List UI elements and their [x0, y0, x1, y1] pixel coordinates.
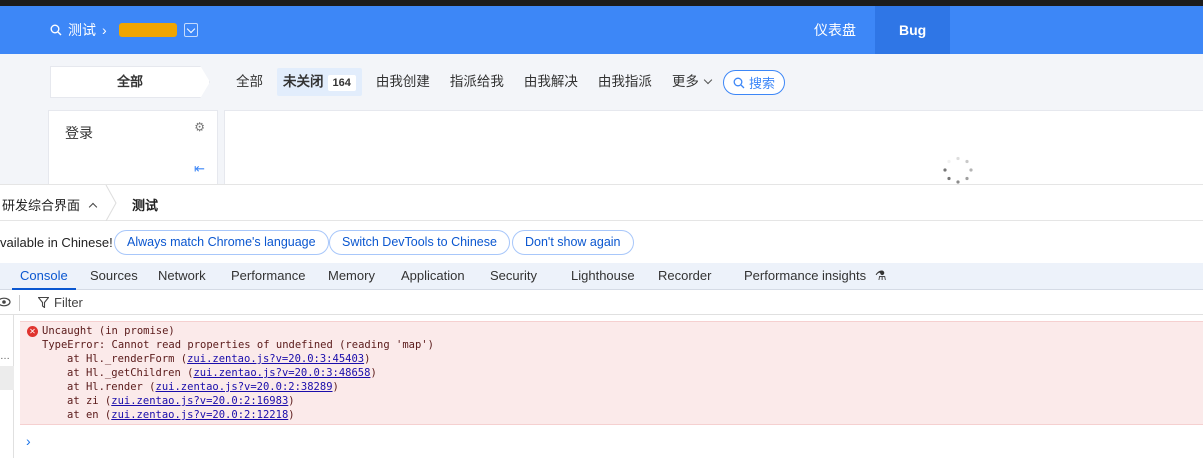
tab-application[interactable]: Application [401, 263, 465, 289]
tab-sources[interactable]: Sources [90, 263, 138, 289]
search-icon [50, 24, 62, 36]
chevron-down-icon [703, 75, 713, 85]
source-link[interactable]: zui.zentao.js?v=20.0:3:45403 [187, 353, 364, 365]
chevron-up-icon [88, 202, 98, 211]
tab-label: 全部 [236, 74, 263, 89]
tab-label: 由我指派 [597, 74, 652, 89]
flask-icon: ⚗ [874, 268, 887, 283]
tab-assigned-by-me[interactable]: 由我指派 [592, 68, 658, 96]
console-prompt[interactable]: › [26, 433, 31, 449]
stack-frame: at zi (zui.zentao.js?v=20.0:2:16983) [67, 395, 295, 407]
tab-performance[interactable]: Performance [231, 263, 305, 289]
product-all-selector[interactable]: 全部 [50, 66, 210, 98]
search-label: 搜索 [748, 76, 775, 91]
search-icon [733, 77, 745, 88]
dont-show-again-button[interactable]: Don't show again [512, 230, 634, 255]
stack-frame: at Hl._getChildren (zui.zentao.js?v=20.0… [67, 367, 377, 379]
tab-resolved-by-me[interactable]: 由我解决 [518, 68, 584, 96]
count-badge: 164 [327, 75, 356, 91]
more-icon[interactable]: … [0, 351, 10, 362]
bug-filter-tabs: 全部 未关闭 164 由我创建 指派给我 由我解决 由我指派 更多 [230, 68, 725, 96]
module-title[interactable]: 登录 [65, 123, 93, 143]
loading-spinner-icon [943, 156, 973, 184]
source-link[interactable]: zui.zentao.js?v=20.0:3:48658 [193, 367, 370, 379]
error-message: TypeError: Cannot read properties of und… [42, 339, 434, 351]
tab-label: Performance insights [744, 268, 867, 283]
chevron-right-icon: › [102, 22, 107, 38]
module-side-panel: 登录 ⚙ ⇤ [48, 110, 218, 184]
breadcrumb-item-current[interactable]: 测试 [132, 195, 158, 214]
breadcrumb-separator [105, 185, 117, 221]
console-filter-input[interactable]: Filter [54, 295, 83, 310]
tab-label: 指派给我 [449, 74, 504, 89]
redacted-project-name [118, 23, 177, 37]
nav-dashboard[interactable]: 仪表盘 [795, 6, 875, 54]
error-title: Uncaught (in promise) [42, 325, 175, 337]
tab-memory[interactable]: Memory [328, 263, 375, 289]
header-nav: 仪表盘 Bug [795, 6, 951, 54]
collapse-sidebar-icon[interactable]: ⇤ [194, 161, 205, 177]
content-panel [224, 110, 1203, 184]
breadcrumb-item-root[interactable]: 研发综合界面 [2, 195, 98, 214]
stack-frame: at en (zui.zentao.js?v=20.0:2:12218) [67, 409, 295, 421]
tab-assigned-to-me[interactable]: 指派给我 [444, 68, 510, 96]
source-link[interactable]: zui.zentao.js?v=20.0:2:38289 [156, 381, 333, 393]
app-header: 测试 › 仪表盘 Bug [0, 6, 1203, 54]
tab-label: 由我解决 [523, 74, 578, 89]
language-notice-text: vailable in Chinese! [0, 235, 113, 250]
product-breadcrumb[interactable]: 测试 › [50, 20, 198, 40]
nav-bug[interactable]: Bug [875, 6, 951, 54]
tab-network[interactable]: Network [158, 263, 206, 289]
devtools-tabbar: Console Sources Network Performance Memo… [0, 263, 1203, 290]
tab-console[interactable]: Console [12, 263, 76, 290]
switch-to-chinese-button[interactable]: Switch DevTools to Chinese [329, 230, 510, 255]
eye-icon[interactable] [0, 295, 11, 309]
console-filter-bar: Filter [0, 291, 1203, 315]
tab-performance-insights[interactable]: Performance insights ⚗ [744, 263, 886, 289]
breadcrumb-label: 研发综合界面 [2, 198, 81, 213]
tab-label: 由我创建 [375, 74, 430, 89]
search-button[interactable]: 搜索 [723, 70, 785, 95]
source-link[interactable]: zui.zentao.js?v=20.0:2:16983 [111, 395, 288, 407]
chevron-down-icon[interactable] [183, 23, 198, 37]
devtools-breadcrumb: 研发综合界面 测试 [0, 184, 1203, 221]
tab-more[interactable]: 更多 [666, 68, 717, 96]
tab-lighthouse[interactable]: Lighthouse [571, 263, 635, 289]
tab-label: 未关闭 [283, 74, 324, 89]
console-error-message[interactable]: ✕ Uncaught (in promise) TypeError: Canno… [20, 321, 1203, 425]
product-name[interactable]: 测试 [68, 20, 96, 40]
tab-created-by-me[interactable]: 由我创建 [370, 68, 436, 96]
language-notice-bar: vailable in Chinese! Always match Chrome… [0, 221, 1203, 263]
stack-frame: at Hl._renderForm (zui.zentao.js?v=20.0:… [67, 353, 371, 365]
tab-unclosed[interactable]: 未关闭 164 [277, 68, 362, 96]
stack-frame: at Hl.render (zui.zentao.js?v=20.0:2:382… [67, 381, 339, 393]
error-icon: ✕ [27, 326, 38, 337]
tab-security[interactable]: Security [490, 263, 537, 289]
tab-label: 更多 [671, 74, 699, 89]
always-match-language-button[interactable]: Always match Chrome's language [114, 230, 329, 255]
gutter-selection [0, 366, 14, 390]
filter-icon [38, 297, 49, 308]
tab-all[interactable]: 全部 [230, 68, 269, 96]
toolbar-divider [19, 295, 20, 311]
tab-recorder[interactable]: Recorder [658, 263, 711, 289]
source-link[interactable]: zui.zentao.js?v=20.0:2:12218 [111, 409, 288, 421]
gear-icon[interactable]: ⚙ [194, 120, 205, 134]
